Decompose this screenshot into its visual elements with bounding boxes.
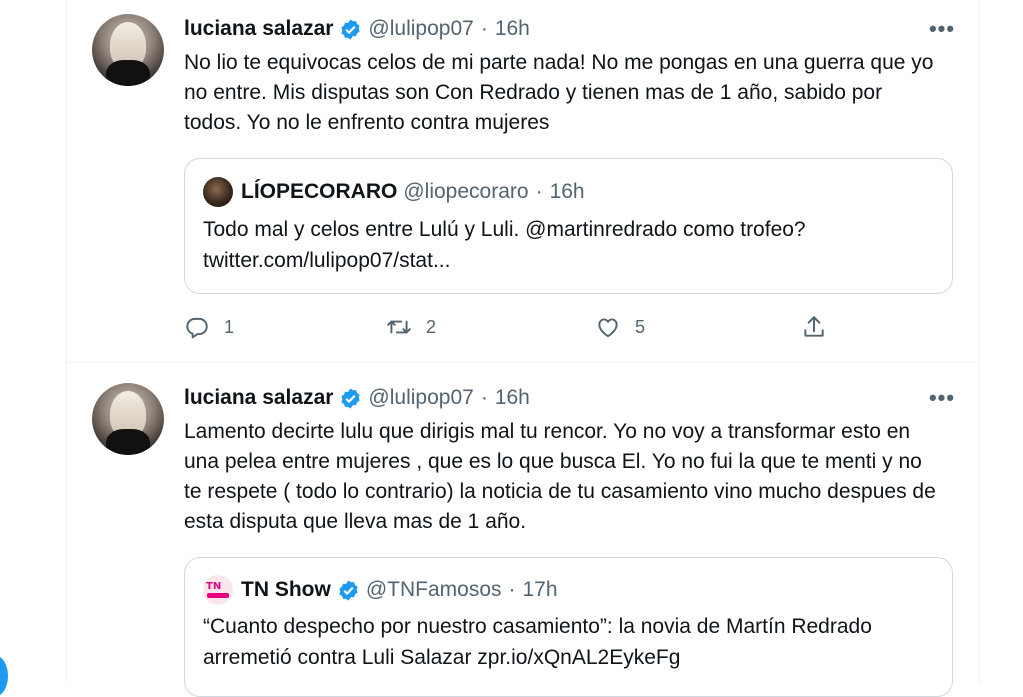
quoted-tweet-text: Todo mal y celos entre Lulú y Luli. @mar… <box>203 218 806 272</box>
heart-icon <box>598 318 618 338</box>
retweet-count: 2 <box>426 316 437 337</box>
author-handle[interactable]: @lulipop07 <box>368 386 473 410</box>
verified-badge-icon <box>341 387 361 409</box>
tweet[interactable]: luciana salazar @lulipop07 · 16h ••• No … <box>67 0 979 363</box>
reply-count: 1 <box>224 316 235 337</box>
more-options-icon[interactable]: ••• <box>927 16 957 41</box>
quoted-timestamp: 16h <box>549 180 585 203</box>
separator-dot: · <box>480 386 488 409</box>
quoted-author-handle: @TNFamosos <box>365 578 502 601</box>
timeline-right-border <box>979 0 980 683</box>
share-icon <box>804 316 824 337</box>
like-count: 5 <box>635 316 646 337</box>
more-options-icon[interactable]: ••• <box>927 385 957 410</box>
floating-compose-button[interactable] <box>0 656 8 696</box>
separator-dot: · <box>480 17 488 40</box>
avatar[interactable] <box>92 383 164 455</box>
separator-dot: · <box>535 180 543 203</box>
retweet-button[interactable]: 2 <box>386 314 436 340</box>
quoted-avatar <box>203 177 233 207</box>
quoted-timestamp: 17h <box>522 578 558 601</box>
retweet-icon <box>387 320 411 334</box>
reply-button[interactable]: 1 <box>184 314 234 340</box>
tweet-text: No lio te equivocas celos de mi parte na… <box>184 51 934 134</box>
quoted-tweet-header: TN TN Show @TNFamosos · 17h <box>203 575 558 605</box>
tweet-timestamp[interactable]: 16h <box>495 386 530 410</box>
like-button[interactable]: 5 <box>595 314 645 340</box>
quoted-tweet[interactable]: TN TN Show @TNFamosos · 17h “Cuanto desp… <box>184 557 953 697</box>
quoted-tweet-text: “Cuanto despecho por nuestro casamiento”… <box>203 615 872 669</box>
tweet-header: luciana salazar @lulipop07 · 16h <box>184 384 530 412</box>
verified-badge-icon <box>341 18 361 40</box>
share-button[interactable] <box>801 314 827 340</box>
quoted-author-name: TN Show <box>241 578 331 601</box>
reply-icon <box>186 317 208 339</box>
tweet-text: Lamento decirte lulu que dirigis mal tu … <box>184 420 936 533</box>
quoted-tweet[interactable]: LÍOPECORARO @liopecoraro · 16h Todo mal … <box>184 158 953 294</box>
tweet-header: luciana salazar @lulipop07 · 16h <box>184 15 530 43</box>
tweet-timestamp[interactable]: 16h <box>495 17 530 41</box>
tn-show-logo: TN <box>203 575 233 605</box>
avatar[interactable] <box>92 14 164 86</box>
tweet-actions: 1 2 5 <box>184 314 944 342</box>
author-handle[interactable]: @lulipop07 <box>368 17 473 41</box>
quoted-author-name: LÍOPECORARO <box>241 180 398 203</box>
author-name[interactable]: luciana salazar <box>184 386 333 410</box>
quoted-avatar-label: TN <box>206 581 222 592</box>
verified-badge-icon <box>339 579 358 601</box>
quoted-tweet-header: LÍOPECORARO @liopecoraro · 16h <box>203 177 585 207</box>
separator-dot: · <box>508 578 516 601</box>
author-name[interactable]: luciana salazar <box>184 17 333 41</box>
quoted-author-handle: @liopecoraro <box>403 180 529 203</box>
tweet[interactable]: luciana salazar @lulipop07 · 16h ••• Lam… <box>67 363 979 697</box>
